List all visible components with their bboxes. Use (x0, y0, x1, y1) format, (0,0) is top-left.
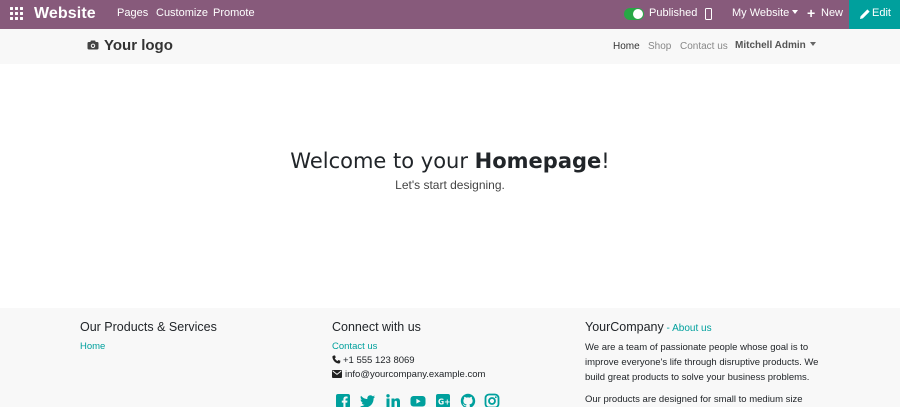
user-name: Mitchell Admin (735, 40, 806, 51)
phone-icon (332, 355, 341, 364)
pencil-icon (860, 9, 870, 19)
facebook-icon[interactable] (335, 393, 351, 407)
plus-icon[interactable]: + (807, 5, 815, 21)
hero-title: Welcome to your Homepage! (0, 149, 900, 173)
site-header: Your logo Home Shop Contact us Mitchell … (0, 29, 900, 64)
hero-subtitle: Let's start designing. (395, 178, 505, 192)
footer-about-link[interactable]: About us (672, 323, 711, 334)
caret-down-icon (809, 42, 816, 47)
github-icon[interactable] (460, 393, 476, 407)
hero-title-prefix: Welcome to your (290, 149, 475, 173)
apps-menu-icon[interactable] (10, 7, 24, 21)
site-logo[interactable]: Your logo (104, 37, 173, 54)
footer-about-paragraph: We are a team of passionate people whose… (585, 342, 819, 383)
published-label[interactable]: Published (649, 7, 697, 19)
footer-contact-link[interactable]: Contact us (332, 341, 377, 352)
footer-link-home[interactable]: Home (80, 341, 105, 352)
nav-shop[interactable]: Shop (648, 41, 671, 52)
footer-company-heading: YourCompany - About us (585, 320, 712, 334)
youtube-icon[interactable] (410, 393, 426, 407)
menu-promote[interactable]: Promote (213, 7, 255, 19)
website-selector[interactable]: My Website (732, 7, 799, 19)
twitter-icon[interactable] (360, 393, 376, 407)
footer-about-paragraph-2: Our products are designed for small to m… (585, 394, 803, 405)
linkedin-icon[interactable] (385, 393, 401, 407)
app-title[interactable]: Website (34, 5, 96, 23)
caret-down-icon (792, 10, 799, 15)
user-menu[interactable]: Mitchell Admin (735, 40, 816, 51)
about-separator: - (663, 323, 673, 334)
camera-icon (87, 40, 99, 50)
footer-phone: +1 555 123 8069 (343, 355, 415, 366)
company-name: YourCompany (585, 320, 664, 334)
google-plus-icon[interactable]: G+ (435, 393, 451, 407)
site-footer: Our Products & Services Home Connect wit… (0, 308, 900, 407)
nav-home[interactable]: Home (613, 41, 640, 52)
edit-button[interactable]: Edit (849, 0, 900, 29)
footer-email: info@yourcompany.example.com (345, 369, 486, 380)
hero-title-bold: Homepage (474, 149, 602, 173)
edit-label: Edit (872, 7, 891, 19)
new-button[interactable]: New (821, 7, 843, 19)
mobile-preview-icon[interactable] (705, 8, 712, 20)
hero-title-suffix: ! (601, 149, 610, 173)
published-toggle[interactable] (624, 8, 644, 20)
footer-connect-heading: Connect with us (332, 320, 421, 334)
website-selector-label: My Website (732, 7, 790, 19)
admin-top-bar: Website Pages Customize Promote Publishe… (0, 0, 900, 29)
menu-pages[interactable]: Pages (117, 7, 148, 19)
menu-customize[interactable]: Customize (156, 7, 208, 19)
svg-text:G+: G+ (438, 398, 450, 407)
instagram-icon[interactable] (484, 393, 500, 407)
footer-products-heading: Our Products & Services (80, 320, 217, 334)
envelope-icon (332, 370, 342, 378)
nav-contact-us[interactable]: Contact us (680, 41, 728, 52)
